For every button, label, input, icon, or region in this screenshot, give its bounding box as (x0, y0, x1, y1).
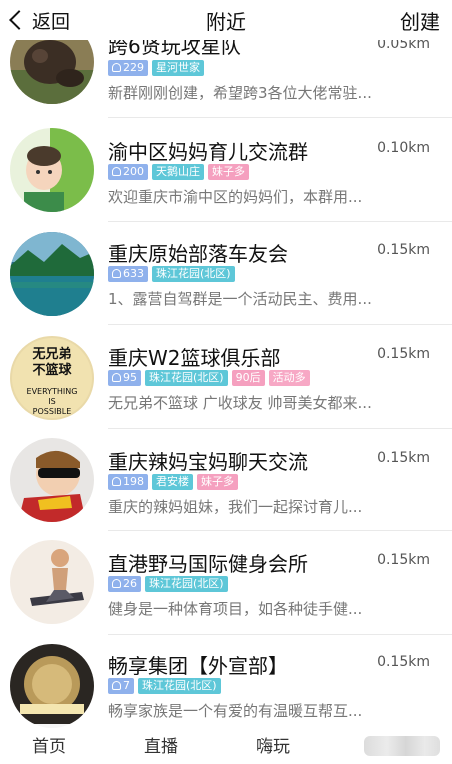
location-tag: 珠江花园(北区) (152, 266, 235, 282)
blurred-tab[interactable] (364, 736, 440, 756)
location-tag: 君安楼 (152, 474, 193, 490)
location-tag: 珠江花园(北区) (138, 678, 221, 694)
fitness-photo (10, 540, 94, 624)
member-count-badge: 229 (108, 60, 148, 76)
location-tag: 星河世家 (152, 60, 204, 76)
back-button[interactable]: 返回 (6, 4, 70, 36)
member-count-badge: 26 (108, 576, 141, 592)
lake-landscape-photo (10, 232, 94, 316)
group-tags: 229 星河世家 (108, 60, 204, 76)
group-avatar (10, 540, 94, 624)
svg-text:不篮球: 不篮球 (32, 362, 72, 378)
group-tags: 198 君安楼 妹子多 (108, 474, 238, 490)
person-icon (112, 681, 121, 690)
svg-text:POSSIBLE: POSSIBLE (33, 407, 72, 416)
group-tags: 7 珠江花园(北区) (108, 678, 221, 694)
interest-tag: 妹子多 (197, 474, 238, 490)
person-icon (112, 579, 121, 588)
member-count-badge: 95 (108, 370, 141, 386)
group-item[interactable]: 重庆原始部落车友会 0.15km 633 珠江花园(北区) 1、露营自驾群是一个… (0, 222, 452, 326)
group-item[interactable]: 渝中区妈妈育儿交流群 0.10km 200 天鹅山庄 妹子多 欢迎重庆市渝中区的… (0, 118, 452, 222)
member-count-badge: 7 (108, 678, 134, 694)
group-name: 重庆原始部落车友会 (108, 242, 288, 266)
group-description: 重庆的辣妈姐妹，我们一起探讨育儿... (108, 498, 363, 516)
group-description: 健身是一种体育项目，如各种徒手健... (108, 600, 363, 618)
tab-fun[interactable]: 嗨玩 (256, 732, 290, 757)
group-tags: 633 珠江花园(北区) (108, 266, 235, 282)
create-button[interactable]: 创建 (400, 6, 440, 35)
svg-text:EVERYTHING: EVERYTHING (27, 387, 78, 396)
back-label: 返回 (32, 10, 71, 33)
group-description: 新群刚刚创建，希望跨3各位大佬常驻... (108, 84, 372, 102)
group-distance: 0.15km (377, 654, 430, 670)
interest-tag: 妹子多 (208, 164, 249, 180)
divider (108, 634, 452, 635)
group-item[interactable]: 无兄弟 不篮球 EVERYTHING IS POSSIBLE 重庆W2篮球俱乐部… (0, 326, 452, 430)
group-distance: 0.15km (377, 242, 430, 258)
group-distance: 0.15km (377, 552, 430, 568)
group-name: 渝中区妈妈育儿交流群 (108, 140, 308, 164)
member-count-badge: 198 (108, 474, 148, 490)
basketball-club-logo: 无兄弟 不篮球 EVERYTHING IS POSSIBLE (10, 336, 94, 420)
location-tag: 天鹅山庄 (152, 164, 204, 180)
interest-tag: 活动多 (268, 370, 310, 386)
group-logo-photo (10, 644, 94, 728)
location-tag: 珠江花园(北区) (145, 370, 228, 386)
location-tag: 珠江花园(北区) (145, 576, 228, 592)
member-count-badge: 633 (108, 266, 148, 282)
tab-home[interactable]: 首页 (32, 732, 66, 757)
group-name: 直港野马国际健身会所 (108, 552, 308, 576)
person-icon (112, 373, 121, 382)
divider (108, 324, 452, 325)
person-icon (112, 477, 121, 486)
interest-tag: 90后 (231, 370, 265, 386)
group-tags: 200 天鹅山庄 妹子多 (108, 164, 249, 180)
bottom-tab-bar: 首页 直播 嗨玩 (0, 724, 452, 764)
person-icon (112, 167, 121, 176)
group-tags: 26 珠江花园(北区) (108, 576, 228, 592)
group-tags: 95 珠江花园(北区) 90后 活动多 (108, 370, 310, 386)
group-avatar (10, 644, 94, 728)
group-description: 欢迎重庆市渝中区的妈妈们，本群用... (108, 188, 363, 206)
svg-text:IS: IS (48, 397, 55, 406)
nav-header: 返回 附近 创建 (0, 0, 452, 40)
group-item[interactable]: 直港野马国际健身会所 0.15km 26 珠江花园(北区) 健身是一种体育项目，… (0, 532, 452, 636)
group-distance: 0.10km (377, 140, 430, 156)
divider (108, 530, 452, 531)
group-description: 畅享家族是一个有爱的有温暖互帮互... (108, 702, 363, 720)
person-icon (112, 63, 121, 72)
group-avatar: 无兄弟 不篮球 EVERYTHING IS POSSIBLE (10, 336, 94, 420)
group-avatar (10, 438, 94, 522)
member-count-badge: 200 (108, 164, 148, 180)
group-avatar (10, 232, 94, 316)
svg-text:无兄弟: 无兄弟 (31, 346, 71, 362)
group-item[interactable]: 重庆辣妈宝妈聊天交流 0.15km 198 君安楼 妹子多 重庆的辣妈姐妹，我们… (0, 430, 452, 534)
group-distance: 0.15km (377, 450, 430, 466)
group-description: 无兄弟不篮球 广收球友 帅哥美女都来... (108, 394, 372, 412)
baby-photo (10, 128, 94, 212)
chevron-left-icon (9, 10, 29, 30)
group-name: 重庆W2篮球俱乐部 (108, 346, 281, 370)
group-distance: 0.15km (377, 346, 430, 362)
group-description: 1、露营自驾群是一个活动民主、费用... (108, 290, 372, 308)
tab-live[interactable]: 直播 (144, 732, 178, 757)
group-avatar (10, 128, 94, 212)
group-name: 重庆辣妈宝妈聊天交流 (108, 450, 308, 474)
divider (108, 428, 452, 429)
child-hero-photo (10, 438, 94, 522)
person-icon (112, 269, 121, 278)
group-name: 畅享集团【外宣部】 (108, 654, 288, 678)
